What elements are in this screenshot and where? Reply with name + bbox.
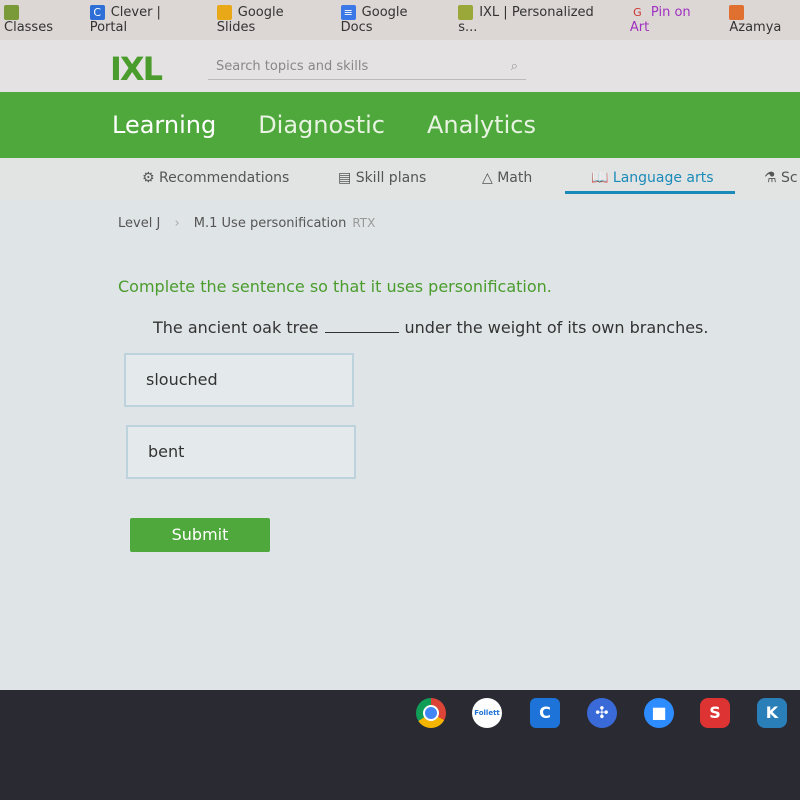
chrome-icon[interactable] (416, 698, 446, 728)
search-icon[interactable]: ⌕ (511, 54, 518, 80)
classroom-icon (4, 5, 19, 20)
bookmark-slides[interactable]: Google Slides (216, 5, 323, 35)
tab-language-arts[interactable]: 📖 Language arts (565, 164, 735, 194)
ixl-header: IXL Search topics and skills ⌕ (0, 40, 800, 92)
ixl-logo[interactable]: IXL (110, 50, 163, 88)
answer-option[interactable]: bent (126, 425, 356, 479)
tab-label: Language arts (612, 170, 714, 186)
answer-option[interactable]: slouched (124, 353, 354, 407)
tab-label: Math (497, 170, 533, 186)
search-input[interactable]: Search topics and skills ⌕ (208, 54, 526, 80)
skill-tag: RTX (352, 216, 376, 230)
bookmark-label: IXL | Personalized s... (458, 5, 594, 35)
bookmark-label: Azamya (729, 20, 782, 35)
book-icon: 📖 (591, 170, 613, 186)
google-icon: G (633, 6, 642, 19)
sub-nav: ⚙ Recommendations ▤ Skill plans △ Math 📖… (0, 158, 800, 201)
bookmark-classes[interactable]: Classes (4, 5, 72, 35)
follett-icon[interactable]: Follett (472, 698, 502, 728)
search-placeholder: Search topics and skills (216, 59, 369, 74)
tab-label: Skill plans (355, 170, 427, 186)
breadcrumb: Level J › M.1 Use personification RTX (118, 216, 375, 231)
breadcrumb-level[interactable]: Level J (118, 216, 160, 231)
tab-analytics[interactable]: Analytics (427, 111, 536, 139)
recommendations-icon: ⚙ (142, 170, 160, 186)
zoom-icon[interactable]: ■ (644, 698, 674, 728)
bookmark-ixl[interactable]: IXL | Personalized s... (458, 5, 612, 35)
question-sentence: The ancient oak tree under the weight of … (153, 318, 708, 337)
taskbar: Follett C ✣ ■ S K (0, 690, 800, 800)
tab-skill-plans[interactable]: ▤ Skill plans (338, 164, 426, 194)
submit-button[interactable]: Submit (130, 518, 270, 552)
answer-blank (324, 332, 399, 333)
app-icon[interactable]: ✣ (587, 698, 617, 728)
clever-app-icon[interactable]: C (530, 698, 560, 728)
breadcrumb-skill: M.1 Use personification (193, 216, 347, 231)
bookmark-clever[interactable]: C Clever | Portal (89, 5, 199, 35)
tab-label: Recommendations (159, 170, 290, 186)
sentence-end: under the weight of its own branches. (404, 318, 709, 337)
tab-diagnostic[interactable]: Diagnostic (258, 111, 385, 139)
pyramid-icon: △ (482, 170, 498, 186)
question-prompt: Complete the sentence so that it uses pe… (118, 277, 552, 296)
chevron-right-icon: › (174, 216, 180, 231)
main-nav: Learning Diagnostic Analytics (0, 92, 800, 158)
k-app-icon[interactable]: K (757, 698, 787, 728)
flask-icon: ⚗ (764, 170, 782, 186)
docs-icon: ≡ (340, 5, 356, 20)
red-app-icon[interactable]: S (700, 698, 730, 728)
slides-icon (216, 5, 232, 20)
skill-plans-icon: ▤ (338, 170, 356, 186)
tab-science[interactable]: ⚗ Sc (764, 164, 798, 194)
ixl-icon (458, 5, 474, 20)
sentence-start: The ancient oak tree (153, 318, 319, 337)
bookmark-label: Classes (4, 20, 53, 35)
practice-area: Level J › M.1 Use personification RTX Com… (0, 200, 800, 690)
bookmark-docs[interactable]: ≡ Google Docs (340, 5, 441, 35)
bookmarks-bar: Classes C Clever | Portal Google Slides ≡… (0, 0, 800, 40)
clever-icon: C (89, 5, 105, 20)
bookmark-icon (729, 5, 745, 20)
bookmark-pin-on-art[interactable]: G Pin on Art (630, 5, 711, 35)
tab-learning[interactable]: Learning (112, 111, 216, 139)
tab-math[interactable]: △ Math (482, 164, 532, 194)
tab-recommendations[interactable]: ⚙ Recommendations (142, 164, 289, 194)
tab-label: Sc (781, 170, 798, 186)
bookmark-azamya[interactable]: Azamya (729, 5, 800, 35)
